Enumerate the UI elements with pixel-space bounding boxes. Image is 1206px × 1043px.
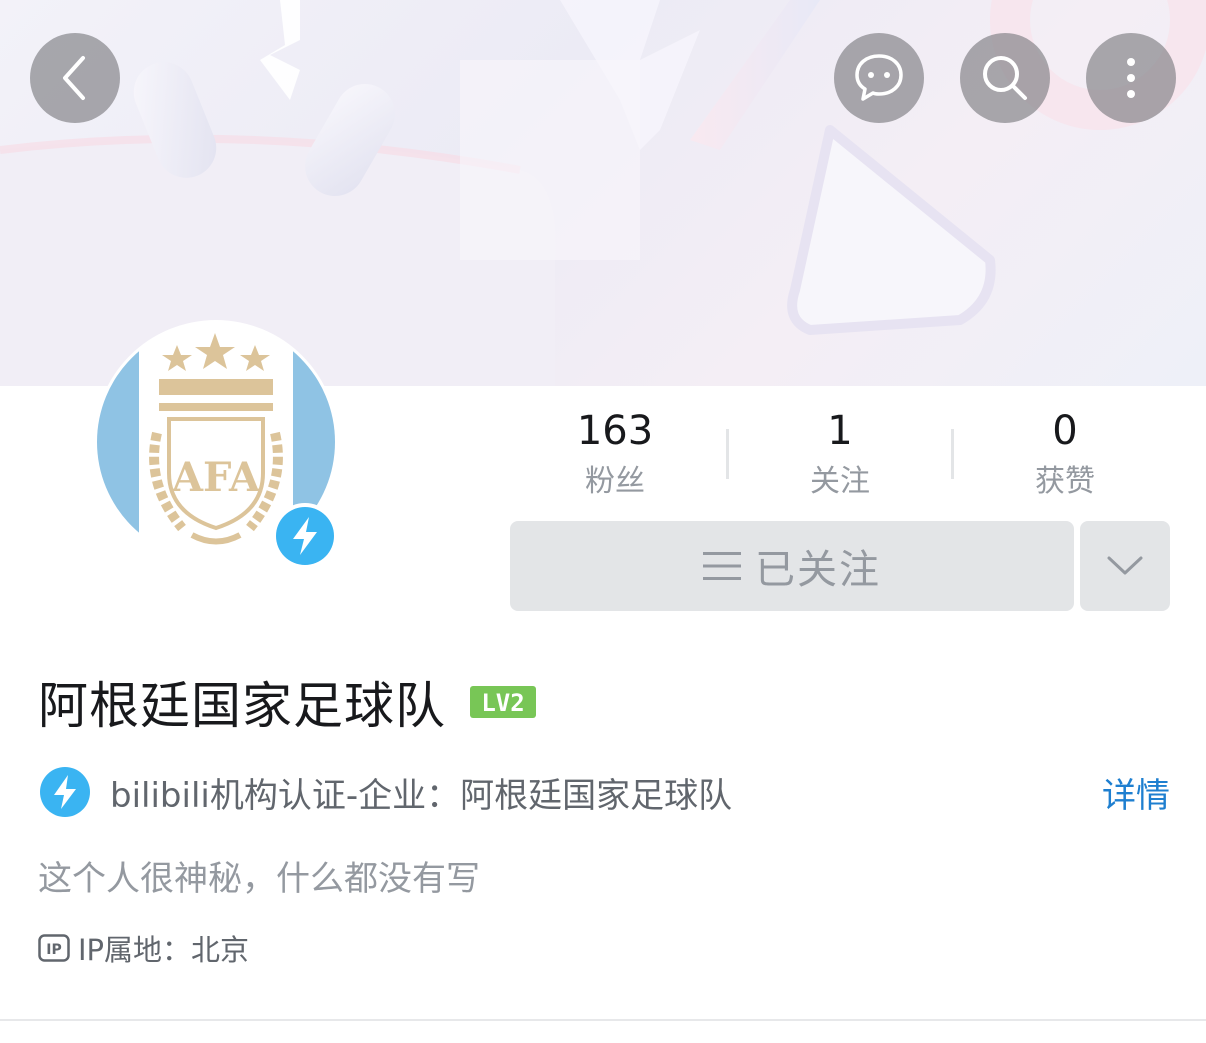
user-name: 阿根廷国家足球队 — [38, 677, 446, 735]
certification-row: bilibili机构认证-企业：阿根廷国家足球队 详情 — [40, 766, 1170, 818]
stat-label: 关注 — [810, 464, 870, 499]
stat-fans[interactable]: 163 粉丝 — [510, 405, 720, 507]
ip-location-text: IP属地：北京 — [78, 933, 250, 967]
search-icon — [983, 56, 1027, 100]
stats-row: 163 粉丝 1 关注 0 获赞 — [510, 405, 1170, 505]
back-button[interactable] — [30, 33, 120, 123]
stat-following[interactable]: 1 关注 — [735, 405, 945, 507]
svg-text:AFA: AFA — [171, 454, 261, 501]
ip-location: IP IP属地：北京 — [38, 928, 249, 968]
svg-text:IP: IP — [46, 942, 61, 958]
message-button[interactable] — [834, 33, 924, 123]
chevron-down-icon — [1107, 556, 1143, 575]
divider — [951, 429, 954, 479]
stat-value: 0 — [1052, 408, 1078, 454]
divider — [726, 429, 729, 479]
stat-label: 获赞 — [1035, 464, 1095, 499]
certification-detail-link[interactable]: 详情 — [1102, 768, 1170, 817]
stat-label: 粉丝 — [585, 464, 645, 499]
certification-text: bilibili机构认证-企业：阿根廷国家足球队 — [110, 775, 733, 816]
divider — [0, 1019, 1206, 1021]
user-sign: 这个人很神秘，什么都没有写 — [38, 859, 480, 899]
menu-lines-icon — [703, 552, 741, 580]
more-vertical-icon — [1127, 58, 1135, 98]
verified-badge — [272, 503, 338, 569]
chat-bubble-icon — [855, 54, 903, 101]
svg-text:LV2: LV2 — [481, 689, 524, 717]
stat-value: 163 — [576, 408, 654, 454]
back-arrow-icon — [63, 56, 85, 100]
lightning-badge-icon — [40, 767, 90, 817]
level-badge: LV2 — [470, 686, 536, 718]
follow-dropdown-button[interactable] — [1080, 521, 1170, 611]
lightning-badge-icon — [276, 507, 334, 565]
followed-label: 已关注 — [755, 547, 881, 593]
stat-likes[interactable]: 0 获赞 — [960, 405, 1170, 507]
followed-button[interactable]: 已关注 — [510, 521, 1074, 611]
ip-icon: IP — [38, 934, 70, 962]
stat-value: 1 — [827, 408, 853, 454]
name-row: 阿根廷国家足球队 LV2 — [38, 667, 536, 737]
search-button[interactable] — [960, 33, 1050, 123]
more-button[interactable] — [1086, 33, 1176, 123]
